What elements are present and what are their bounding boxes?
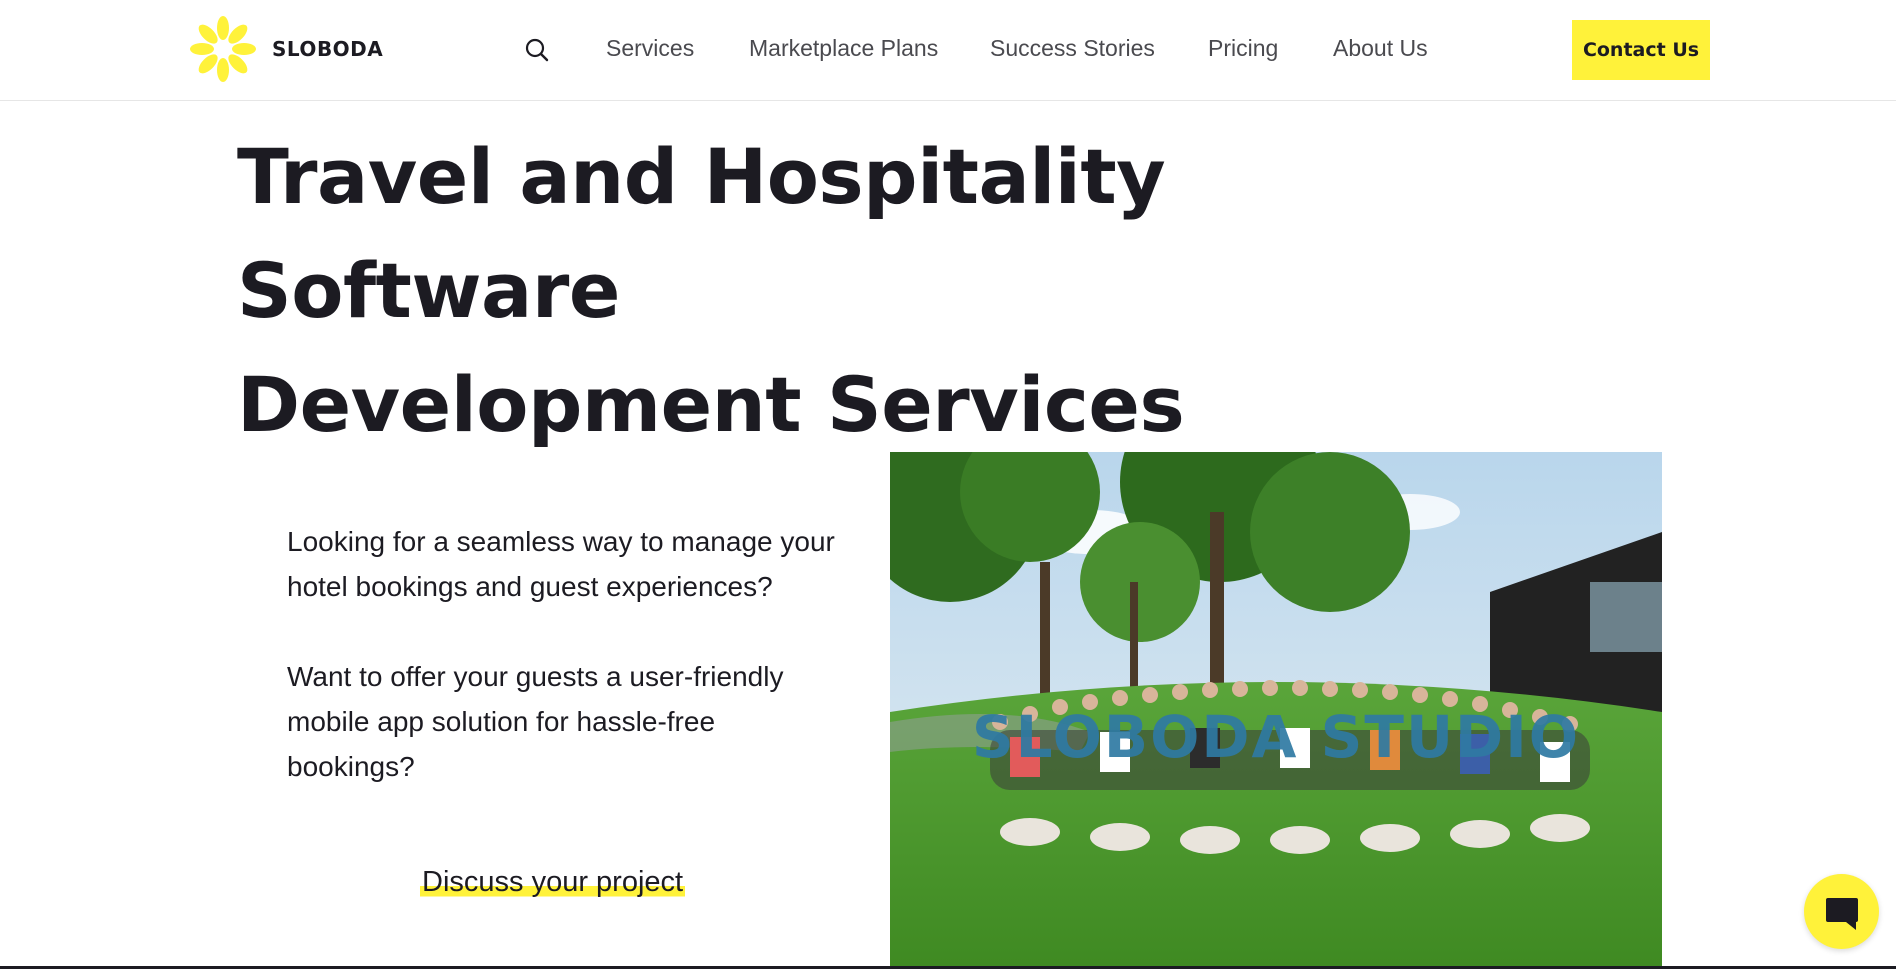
intro-paragraph: Looking for a seamless way to manage you… (287, 526, 835, 602)
page-title: Travel and Hospitality Software Developm… (237, 120, 1537, 462)
chat-bubble-icon (1825, 897, 1858, 930)
contact-us-button[interactable]: Contact Us (1572, 20, 1710, 80)
brand-logo[interactable]: SLOBODA (188, 14, 383, 84)
nav-item-services[interactable]: Services (606, 35, 694, 62)
search-icon (525, 38, 549, 62)
photo-sign: SLOBODA STUDIO (972, 703, 1580, 771)
flower-logo-icon (190, 16, 256, 82)
page-title-line-1: Travel and Hospitality Software (237, 132, 1166, 335)
intro-text: Looking for a seamless way to manage you… (287, 519, 847, 789)
team-photo-image: SLOBODA STUDIO (890, 452, 1662, 966)
team-photo: SLOBODA STUDIO (890, 452, 1662, 966)
intro-paragraph: Want to offer your guests a user-friendl… (287, 661, 784, 782)
page-title-line-2: Development Services (237, 360, 1185, 449)
brand-name: SLOBODA (272, 37, 384, 61)
search-button[interactable] (523, 36, 551, 64)
nav-item-about-us[interactable]: About Us (1333, 35, 1428, 62)
discuss-project-link[interactable]: Discuss your project (420, 866, 686, 899)
nav-item-pricing[interactable]: Pricing (1208, 35, 1278, 62)
nav-item-marketplace-plans[interactable]: Marketplace Plans (749, 35, 938, 62)
nav-item-success-stories[interactable]: Success Stories (990, 35, 1155, 62)
site-header: SLOBODA Services Marketplace Plans Succe… (0, 0, 1896, 101)
chat-button[interactable] (1804, 874, 1879, 949)
